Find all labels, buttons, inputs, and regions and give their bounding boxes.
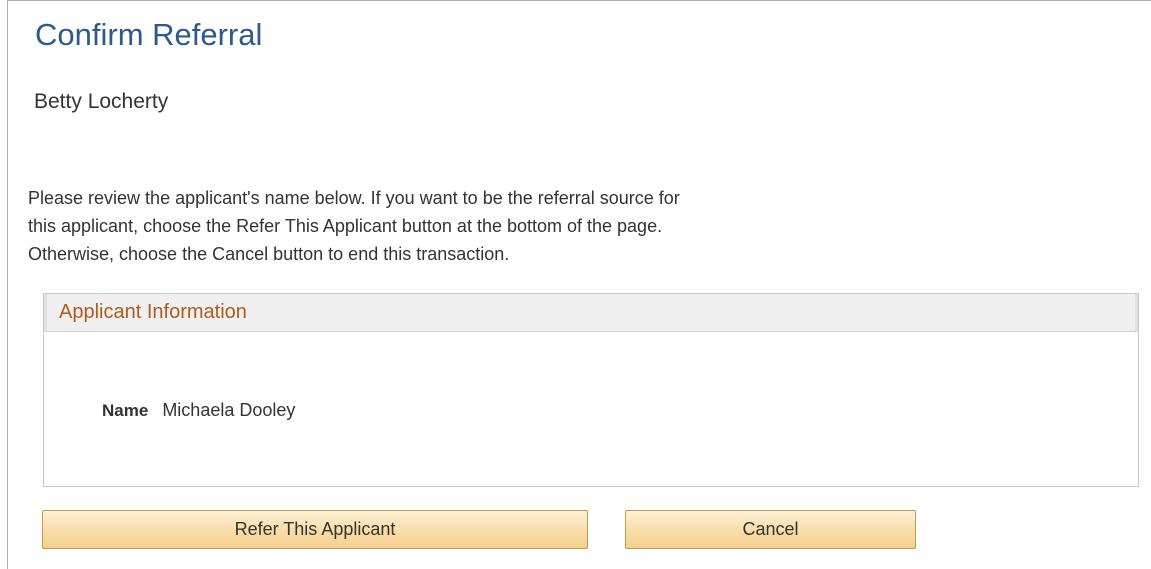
refer-this-applicant-button[interactable]: Refer This Applicant xyxy=(42,510,588,549)
instructions-text: Please review the applicant's name below… xyxy=(28,184,928,268)
cancel-button[interactable]: Cancel xyxy=(625,510,916,549)
applicant-information-header: Applicant Information xyxy=(44,294,1138,332)
applicant-information-group: Applicant Information Name Michaela Dool… xyxy=(43,293,1139,487)
page-frame: Confirm Referral Betty Locherty Please r… xyxy=(7,0,1151,569)
instructions-line: Please review the applicant's name below… xyxy=(28,188,680,208)
applicant-name-row: Name Michaela Dooley xyxy=(102,400,295,421)
referrer-name: Betty Locherty xyxy=(34,90,169,113)
applicant-name-value: Michaela Dooley xyxy=(162,400,296,420)
page-title: Confirm Referral xyxy=(35,17,263,52)
instructions-line: Otherwise, choose the Cancel button to e… xyxy=(28,244,510,264)
instructions-line: this applicant, choose the Refer This Ap… xyxy=(28,216,663,236)
applicant-name-label: Name xyxy=(102,401,149,420)
